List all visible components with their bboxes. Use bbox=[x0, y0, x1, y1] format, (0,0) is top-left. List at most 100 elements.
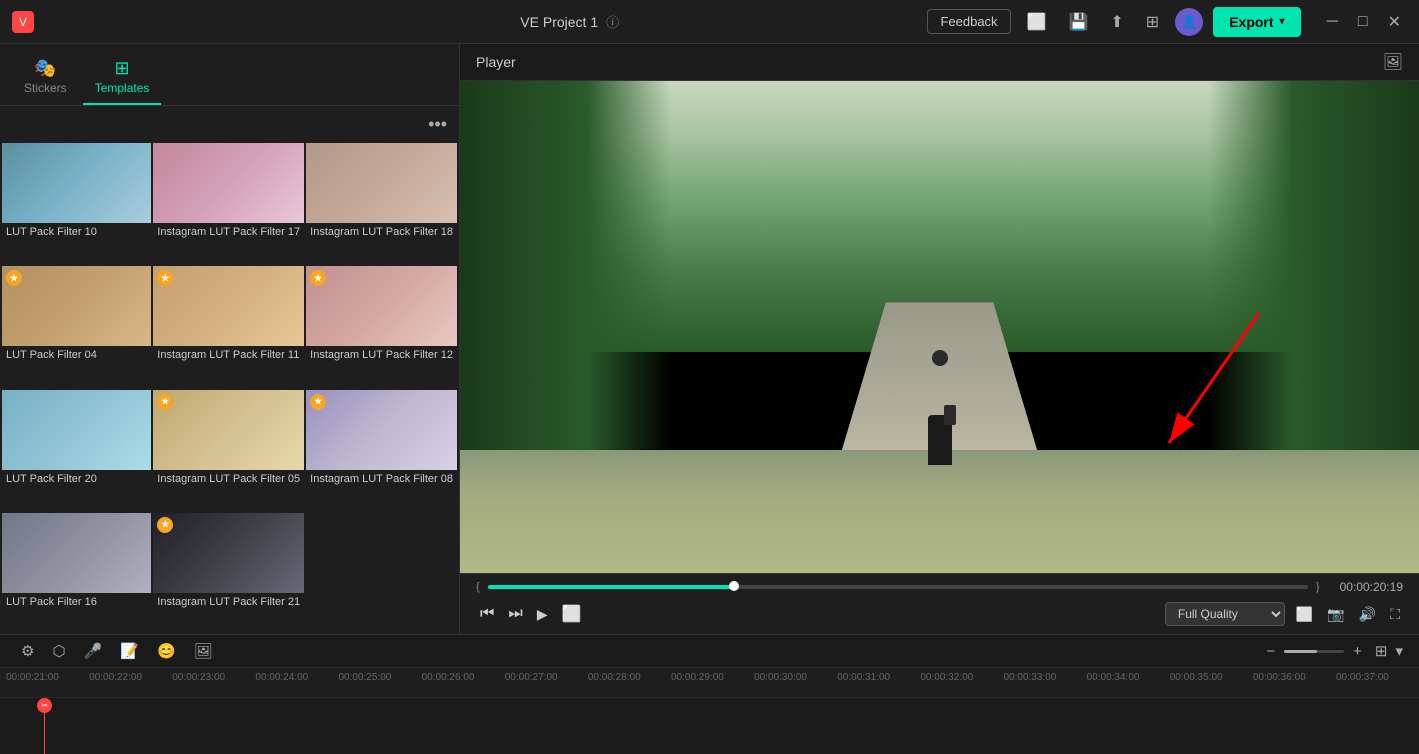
quality-select[interactable]: Full Quality Half Quality Quarter Qualit… bbox=[1165, 602, 1285, 626]
audio-icon-button[interactable]: 🔊 bbox=[1356, 603, 1379, 626]
list-item[interactable]: LUT Pack Filter 20 bbox=[2, 390, 151, 511]
playhead-head: ✂ bbox=[37, 698, 52, 713]
list-item[interactable]: ★ LUT Pack Filter 04 bbox=[2, 266, 151, 387]
controls-row: ⏮ ⏭ ▶ ⬜ Full Quality Half Quality Quarte… bbox=[476, 600, 1403, 628]
step-forward-button[interactable]: ⏭ bbox=[504, 601, 526, 627]
ruler-tick: 00:00:21:00 bbox=[4, 672, 89, 683]
player-fullscreen-button[interactable]: 🖼 bbox=[1383, 52, 1403, 72]
ruler-tick: 00:00:28:00 bbox=[588, 672, 671, 683]
timeline-zoom-row: − + bbox=[1261, 640, 1367, 663]
list-item[interactable]: ★ Instagram LUT Pack Filter 21 bbox=[153, 513, 304, 634]
timeline-section: ⚙ ⬡ 🎤 📝 😊 🖼 − + ⊞ ▾ 00:00:21:00 00:00:22… bbox=[0, 634, 1419, 754]
ruler-tick: 00:00:36:00 bbox=[1253, 672, 1336, 683]
minimize-button[interactable]: ─ bbox=[1321, 10, 1344, 34]
timeline-layout-button[interactable]: ⊞ bbox=[1375, 642, 1388, 660]
timeline-toolbar: ⚙ ⬡ 🎤 📝 😊 🖼 − + ⊞ ▾ bbox=[0, 635, 1419, 668]
timeline-mic-button[interactable]: 🎤 bbox=[79, 639, 108, 663]
timeline-mask-button[interactable]: ⬡ bbox=[47, 639, 70, 663]
list-item[interactable]: Instagram LUT Pack Filter 17 bbox=[153, 143, 304, 264]
premium-badge: ★ bbox=[157, 517, 173, 533]
zoom-in-button[interactable]: + bbox=[1348, 640, 1367, 663]
ruler-tick: 00:00:25:00 bbox=[339, 672, 422, 683]
stop-button[interactable]: ⬜ bbox=[558, 600, 586, 628]
app-logo: V bbox=[12, 11, 34, 33]
project-title: VE Project 1 bbox=[520, 14, 598, 30]
media-label: Instagram LUT Pack Filter 12 bbox=[306, 346, 457, 367]
save-icon-button[interactable]: 💾 bbox=[1062, 8, 1094, 36]
export-label: Export bbox=[1229, 14, 1273, 30]
user-avatar[interactable]: 👤 bbox=[1175, 8, 1203, 36]
player-title: Player bbox=[476, 54, 516, 70]
timeline-caption-button[interactable]: 📝 bbox=[115, 639, 144, 663]
maximize-button[interactable]: □ bbox=[1352, 10, 1374, 34]
zoom-fill bbox=[1284, 650, 1317, 653]
ruler-tick: 00:00:35:00 bbox=[1170, 672, 1253, 683]
step-back-button[interactable]: ⏮ bbox=[476, 601, 498, 627]
main-content: 🎭 Stickers ⊞ Templates ••• LUT Pack Filt… bbox=[0, 44, 1419, 634]
close-button[interactable]: ✕ bbox=[1382, 10, 1407, 34]
list-item[interactable]: LUT Pack Filter 10 bbox=[2, 143, 151, 264]
marker-left: { bbox=[476, 581, 480, 593]
marker-right: } bbox=[1316, 581, 1320, 593]
ruler-tick: 00:00:32:00 bbox=[920, 672, 1003, 683]
list-item[interactable]: ★ Instagram LUT Pack Filter 11 bbox=[153, 266, 304, 387]
right-panel: Player 🖼 bbox=[460, 44, 1419, 634]
play-button[interactable]: ▶ bbox=[533, 602, 552, 627]
ruler-tick: 00:00:31:00 bbox=[837, 672, 920, 683]
media-label: LUT Pack Filter 04 bbox=[2, 346, 151, 367]
timeline-face-button[interactable]: 😊 bbox=[152, 639, 181, 663]
upload-icon-button[interactable]: ⬆ bbox=[1104, 8, 1129, 36]
media-label: LUT Pack Filter 20 bbox=[2, 470, 151, 491]
timeline-settings-button[interactable]: ⚙ bbox=[16, 639, 39, 663]
list-item[interactable]: ★ Instagram LUT Pack Filter 08 bbox=[306, 390, 457, 511]
media-label: Instagram LUT Pack Filter 18 bbox=[306, 223, 457, 244]
title-bar-right: Feedback ⬜ 💾 ⬆ ⊞ 👤 Export ▾ ─ □ ✕ bbox=[927, 7, 1407, 37]
monitor-icon-button[interactable]: ⬜ bbox=[1021, 8, 1053, 36]
ruler-tick: 00:00:23:00 bbox=[172, 672, 255, 683]
ruler-tick: 00:00:37:00 bbox=[1336, 672, 1419, 683]
display-icon-button[interactable]: ⬜ bbox=[1293, 603, 1316, 626]
media-label: LUT Pack Filter 10 bbox=[2, 223, 151, 244]
zoom-out-button[interactable]: − bbox=[1261, 640, 1280, 663]
feedback-button[interactable]: Feedback bbox=[927, 9, 1010, 34]
tab-templates-label: Templates bbox=[95, 81, 150, 95]
list-item[interactable]: ★ Instagram LUT Pack Filter 05 bbox=[153, 390, 304, 511]
list-item[interactable]: Instagram LUT Pack Filter 18 bbox=[306, 143, 457, 264]
progress-bar-row: { } 00:00:20:19 bbox=[476, 580, 1403, 594]
premium-badge: ★ bbox=[310, 394, 326, 410]
list-item[interactable]: ★ Instagram LUT Pack Filter 12 bbox=[306, 266, 457, 387]
timeline-image-button[interactable]: 🖼 bbox=[189, 639, 218, 663]
timeline-ruler: 00:00:21:00 00:00:22:00 00:00:23:00 00:0… bbox=[0, 668, 1419, 698]
player-viewport bbox=[460, 81, 1419, 573]
timeline-playhead: ✂ bbox=[44, 698, 45, 754]
media-label: Instagram LUT Pack Filter 08 bbox=[306, 470, 457, 491]
left-panel: 🎭 Stickers ⊞ Templates ••• LUT Pack Filt… bbox=[0, 44, 460, 634]
export-button[interactable]: Export ▾ bbox=[1213, 7, 1300, 37]
media-label: Instagram LUT Pack Filter 17 bbox=[153, 223, 304, 244]
fullscreen-icon-button[interactable]: ⛶ bbox=[1387, 603, 1403, 626]
player-header: Player 🖼 bbox=[460, 44, 1419, 81]
controls-right: Full Quality Half Quality Quarter Qualit… bbox=[1165, 602, 1403, 626]
screenshot-icon-button[interactable]: 📷 bbox=[1324, 603, 1347, 626]
grid-icon-button[interactable]: ⊞ bbox=[1140, 8, 1165, 36]
ruler-tick: 00:00:33:00 bbox=[1004, 672, 1087, 683]
more-options-button[interactable]: ••• bbox=[428, 114, 447, 135]
templates-icon: ⊞ bbox=[114, 58, 129, 79]
ruler-tick: 00:00:24:00 bbox=[255, 672, 338, 683]
timeline-more-button[interactable]: ▾ bbox=[1395, 642, 1403, 660]
progress-handle[interactable] bbox=[729, 581, 739, 591]
title-bar: V VE Project 1 ⓘ Feedback ⬜ 💾 ⬆ ⊞ 👤 Expo… bbox=[0, 0, 1419, 44]
timeline-track-area[interactable]: ✂ bbox=[0, 698, 1419, 754]
zoom-track[interactable] bbox=[1284, 650, 1344, 653]
media-label: Instagram LUT Pack Filter 05 bbox=[153, 470, 304, 491]
media-label: LUT Pack Filter 16 bbox=[2, 593, 151, 614]
tab-templates[interactable]: ⊞ Templates bbox=[83, 52, 162, 105]
ruler-tick: 00:00:34:00 bbox=[1087, 672, 1170, 683]
stickers-icon: 🎭 bbox=[34, 58, 56, 79]
list-item[interactable]: LUT Pack Filter 16 bbox=[2, 513, 151, 634]
tab-stickers[interactable]: 🎭 Stickers bbox=[12, 52, 79, 105]
progress-bar-track[interactable] bbox=[488, 585, 1308, 589]
ruler-tick: 00:00:27:00 bbox=[505, 672, 588, 683]
media-grid: LUT Pack Filter 10 Instagram LUT Pack Fi… bbox=[0, 143, 459, 634]
ruler-tick: 00:00:29:00 bbox=[671, 672, 754, 683]
